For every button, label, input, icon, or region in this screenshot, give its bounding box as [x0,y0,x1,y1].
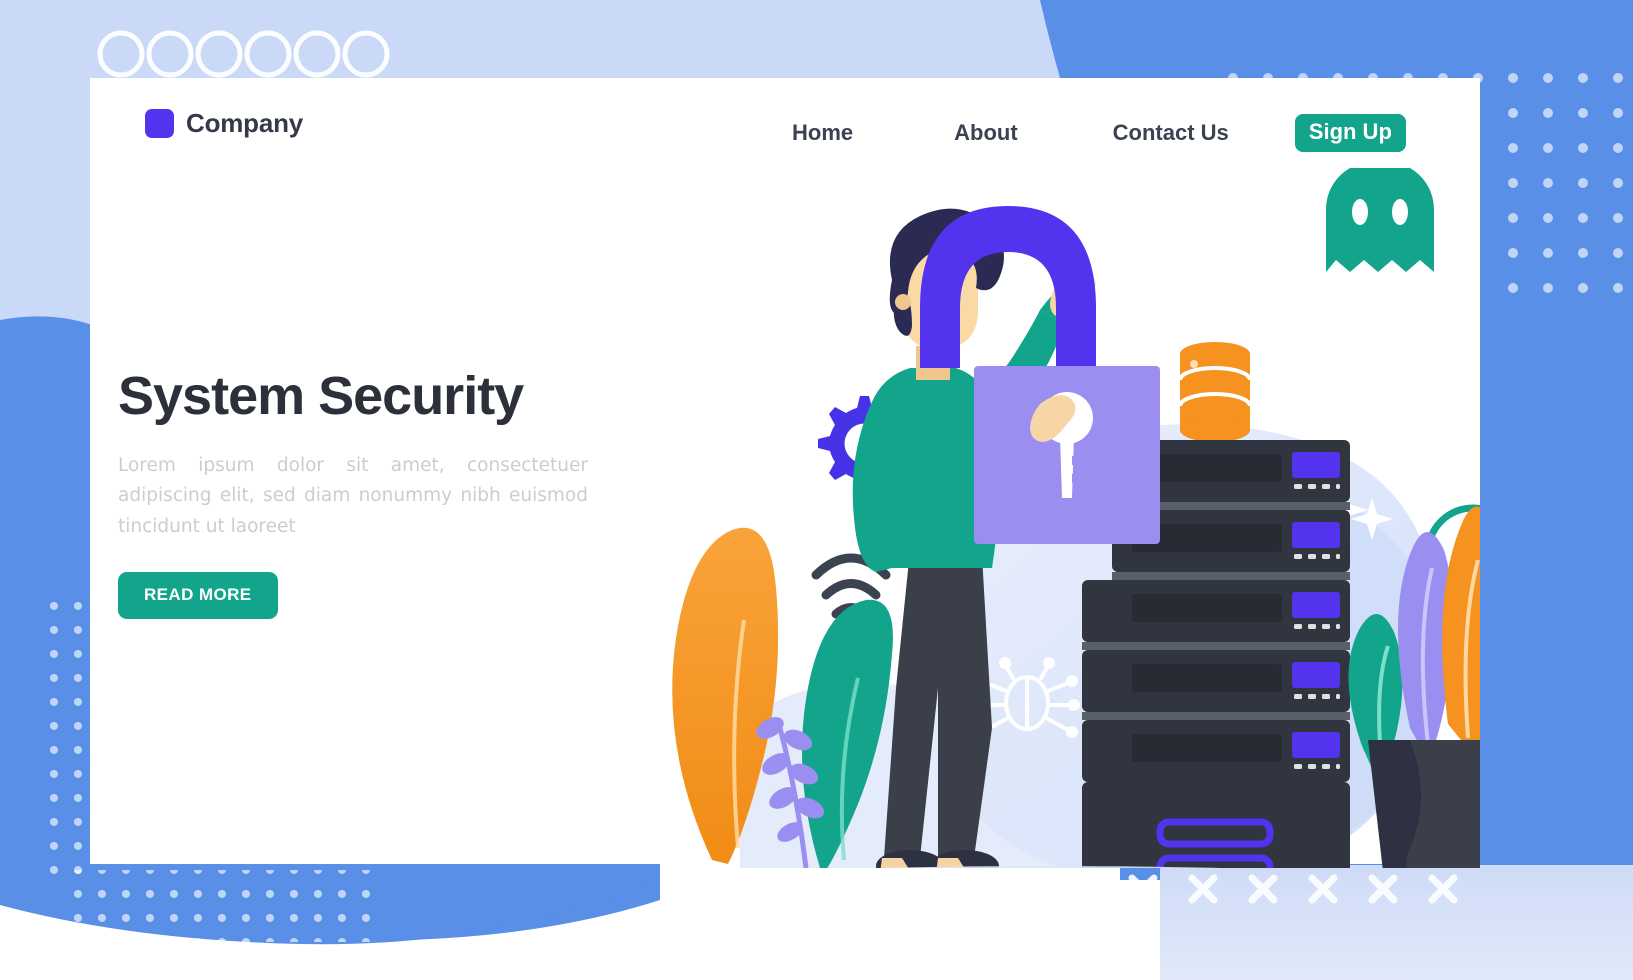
page-title: System Security [118,366,524,426]
read-more-button[interactable]: READ MORE [118,572,278,620]
brand-name: Company [186,108,304,138]
main-navigation: Home About Contact Us Sign Up [780,114,1406,152]
landing-page: Company Home About Contact Us Sign Up Sy… [0,0,1633,980]
nav-item-contact-us[interactable]: Contact Us [1113,120,1229,146]
hero-subtitle: Lorem ipsum dolor sit amet, consectetuer… [118,454,588,537]
system-security-illustration [620,168,1480,868]
nav-item-home[interactable]: Home [792,120,853,146]
landing-card: Company Home About Contact Us Sign Up Sy… [90,78,1480,868]
sign-up-button[interactable]: Sign Up [1294,114,1406,152]
logo-mark-icon [145,109,174,138]
database-cylinder-icon [1178,342,1252,442]
nav-item-about[interactable]: About [954,120,1018,146]
hero-section: System Security Lorem ipsum dolor sit am… [118,366,638,620]
brand-logo[interactable]: Company [145,108,303,139]
ghost-icon [1326,168,1434,272]
